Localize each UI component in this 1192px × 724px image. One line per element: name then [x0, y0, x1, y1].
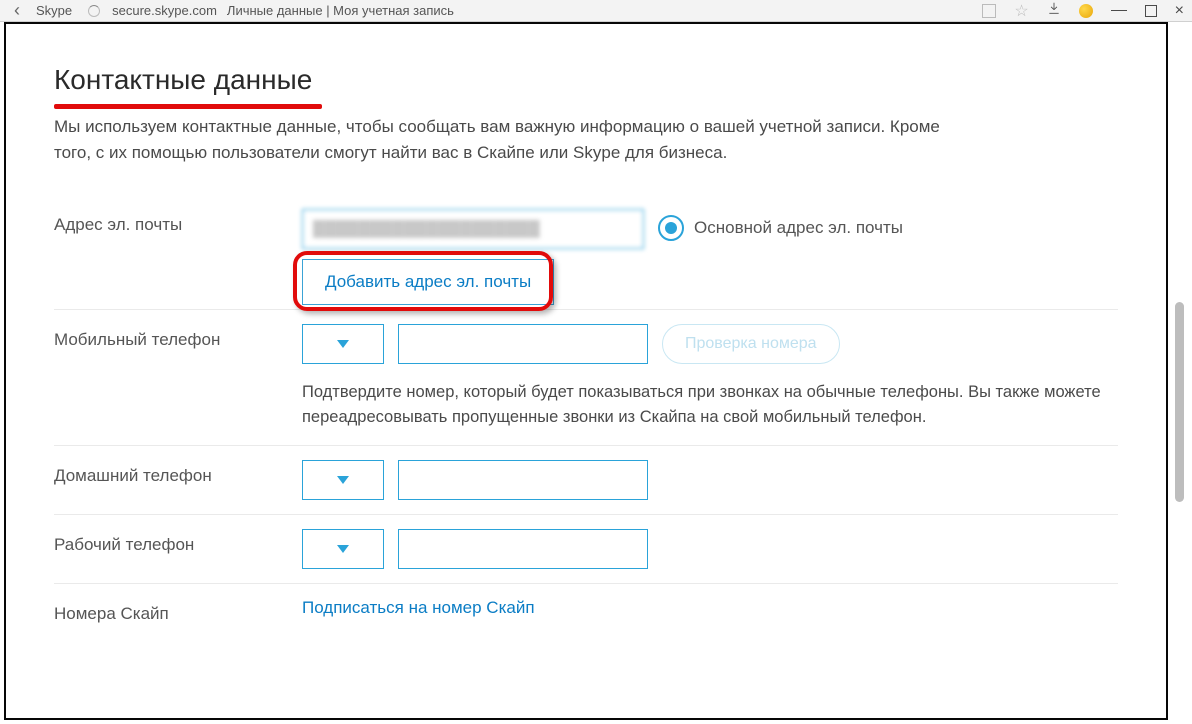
section-heading: Контактные данные	[54, 64, 312, 96]
page-frame: Контактные данные Мы используем контактн…	[4, 22, 1168, 720]
label-home-phone: Домашний телефон	[54, 460, 302, 486]
row-skype-numbers: Номера Скайп Подписаться на номер Скайп	[54, 584, 1118, 638]
loading-spinner-icon	[88, 5, 100, 17]
address-host[interactable]: secure.skype.com	[106, 3, 217, 18]
label-email: Адрес эл. почты	[54, 209, 302, 235]
mobile-number-input[interactable]	[398, 324, 648, 364]
label-skype-numbers: Номера Скайп	[54, 598, 302, 624]
annotation-underline	[54, 104, 322, 109]
chevron-down-icon	[337, 476, 349, 484]
window-close-icon[interactable]: ×	[1175, 3, 1184, 19]
reader-icon[interactable]	[982, 4, 996, 18]
chevron-down-icon	[337, 340, 349, 348]
scrollbar-thumb[interactable]	[1175, 302, 1184, 502]
row-work-phone: Рабочий телефон	[54, 515, 1118, 584]
primary-email-radio[interactable]: Основной адрес эл. почты	[658, 209, 903, 241]
work-country-select[interactable]	[302, 529, 384, 569]
row-home-phone: Домашний телефон	[54, 446, 1118, 515]
section-description: Мы используем контактные данные, чтобы с…	[54, 114, 964, 167]
chevron-down-icon	[337, 545, 349, 553]
window-maximize-icon[interactable]	[1145, 5, 1157, 17]
email-input[interactable]	[302, 209, 644, 249]
row-add-email: Добавить адрес эл. почты	[54, 249, 1118, 309]
mobile-helper-text: Подтвердите номер, который будет показыв…	[302, 374, 1118, 431]
browser-chrome: ‹ Skype secure.skype.com Личные данные |…	[0, 0, 1192, 22]
primary-email-label: Основной адрес эл. почты	[694, 218, 903, 238]
mobile-country-select[interactable]	[302, 324, 384, 364]
tab-title[interactable]: Skype	[26, 3, 82, 18]
subscribe-skype-number-link[interactable]: Подписаться на номер Скайп	[302, 598, 535, 618]
row-mobile-phone: Мобильный телефон Проверка номера Подтве…	[54, 310, 1118, 446]
radio-checked-icon	[658, 215, 684, 241]
home-country-select[interactable]	[302, 460, 384, 500]
add-email-button[interactable]: Добавить адрес эл. почты	[302, 259, 554, 305]
verify-number-button[interactable]: Проверка номера	[662, 324, 840, 364]
label-mobile: Мобильный телефон	[54, 324, 302, 350]
row-email: Адрес эл. почты Основной адрес эл. почты	[54, 195, 1118, 249]
window-minimize-icon[interactable]	[1111, 10, 1127, 11]
back-icon[interactable]: ‹	[8, 0, 26, 21]
address-title: Личные данные | Моя учетная запись	[217, 3, 454, 18]
home-number-input[interactable]	[398, 460, 648, 500]
work-number-input[interactable]	[398, 529, 648, 569]
downloads-icon[interactable]	[1047, 1, 1061, 20]
label-work-phone: Рабочий телефон	[54, 529, 302, 555]
shield-icon[interactable]	[1079, 4, 1093, 18]
bookmark-star-icon[interactable]: ☆	[1014, 1, 1028, 21]
